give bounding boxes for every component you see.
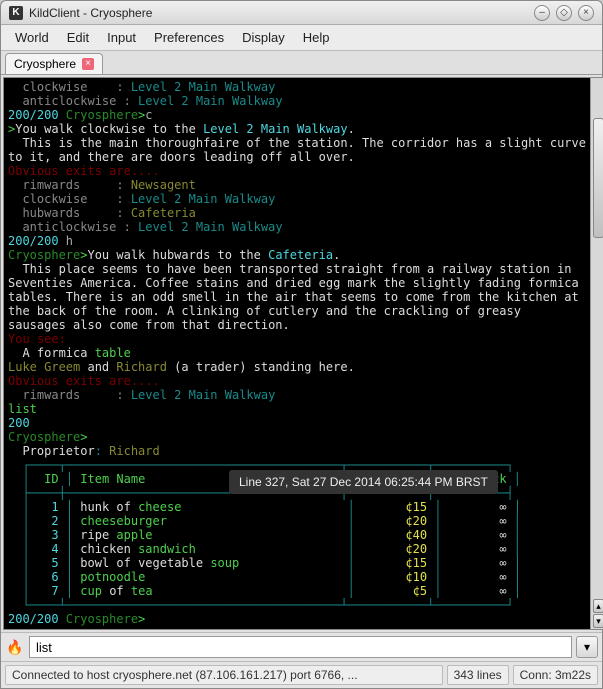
history-dropdown-button[interactable]: ▾ [576, 636, 598, 658]
menu-preferences[interactable]: Preferences [146, 27, 232, 48]
line-tooltip: Line 327, Sat 27 Dec 2014 06:25:44 PM BR… [229, 470, 498, 494]
app-icon: K [9, 6, 23, 20]
menu-help[interactable]: Help [295, 27, 338, 48]
minimize-button[interactable]: – [534, 5, 550, 21]
titlebar: K KildClient - Cryosphere – ◇ × [1, 1, 602, 25]
terminal[interactable]: clockwise : Level 2 Main Walkway anticlo… [4, 78, 590, 629]
input-bar: 🔥 ▾ [1, 632, 602, 661]
tab-close-icon[interactable]: × [82, 58, 94, 70]
tab-cryosphere[interactable]: Cryosphere × [5, 53, 103, 74]
menu-display[interactable]: Display [234, 27, 293, 48]
tab-label: Cryosphere [14, 57, 76, 71]
tabbar: Cryosphere × [1, 51, 602, 75]
scrollbar[interactable]: ▴ ▾ [590, 78, 603, 629]
scrollbar-thumb[interactable] [593, 118, 603, 238]
menu-input[interactable]: Input [99, 27, 144, 48]
status-connection: Connected to host cryosphere.net (87.106… [5, 665, 443, 685]
scroll-up-icon[interactable]: ▴ [593, 599, 603, 613]
app-window: K KildClient - Cryosphere – ◇ × World Ed… [0, 0, 603, 689]
command-input[interactable] [29, 636, 572, 658]
status-time: Conn: 3m22s [513, 665, 598, 685]
trigger-icon[interactable]: 🔥 [5, 637, 25, 657]
close-button[interactable]: × [578, 5, 594, 21]
maximize-button[interactable]: ◇ [556, 5, 572, 21]
menubar: World Edit Input Preferences Display Hel… [1, 25, 602, 51]
scroll-down-icon[interactable]: ▾ [593, 614, 603, 628]
statusbar: Connected to host cryosphere.net (87.106… [1, 661, 602, 688]
window-title: KildClient - Cryosphere [29, 6, 528, 20]
terminal-container: clockwise : Level 2 Main Walkway anticlo… [1, 75, 602, 632]
menu-world[interactable]: World [7, 27, 57, 48]
menu-edit[interactable]: Edit [59, 27, 97, 48]
status-lines: 343 lines [447, 665, 509, 685]
